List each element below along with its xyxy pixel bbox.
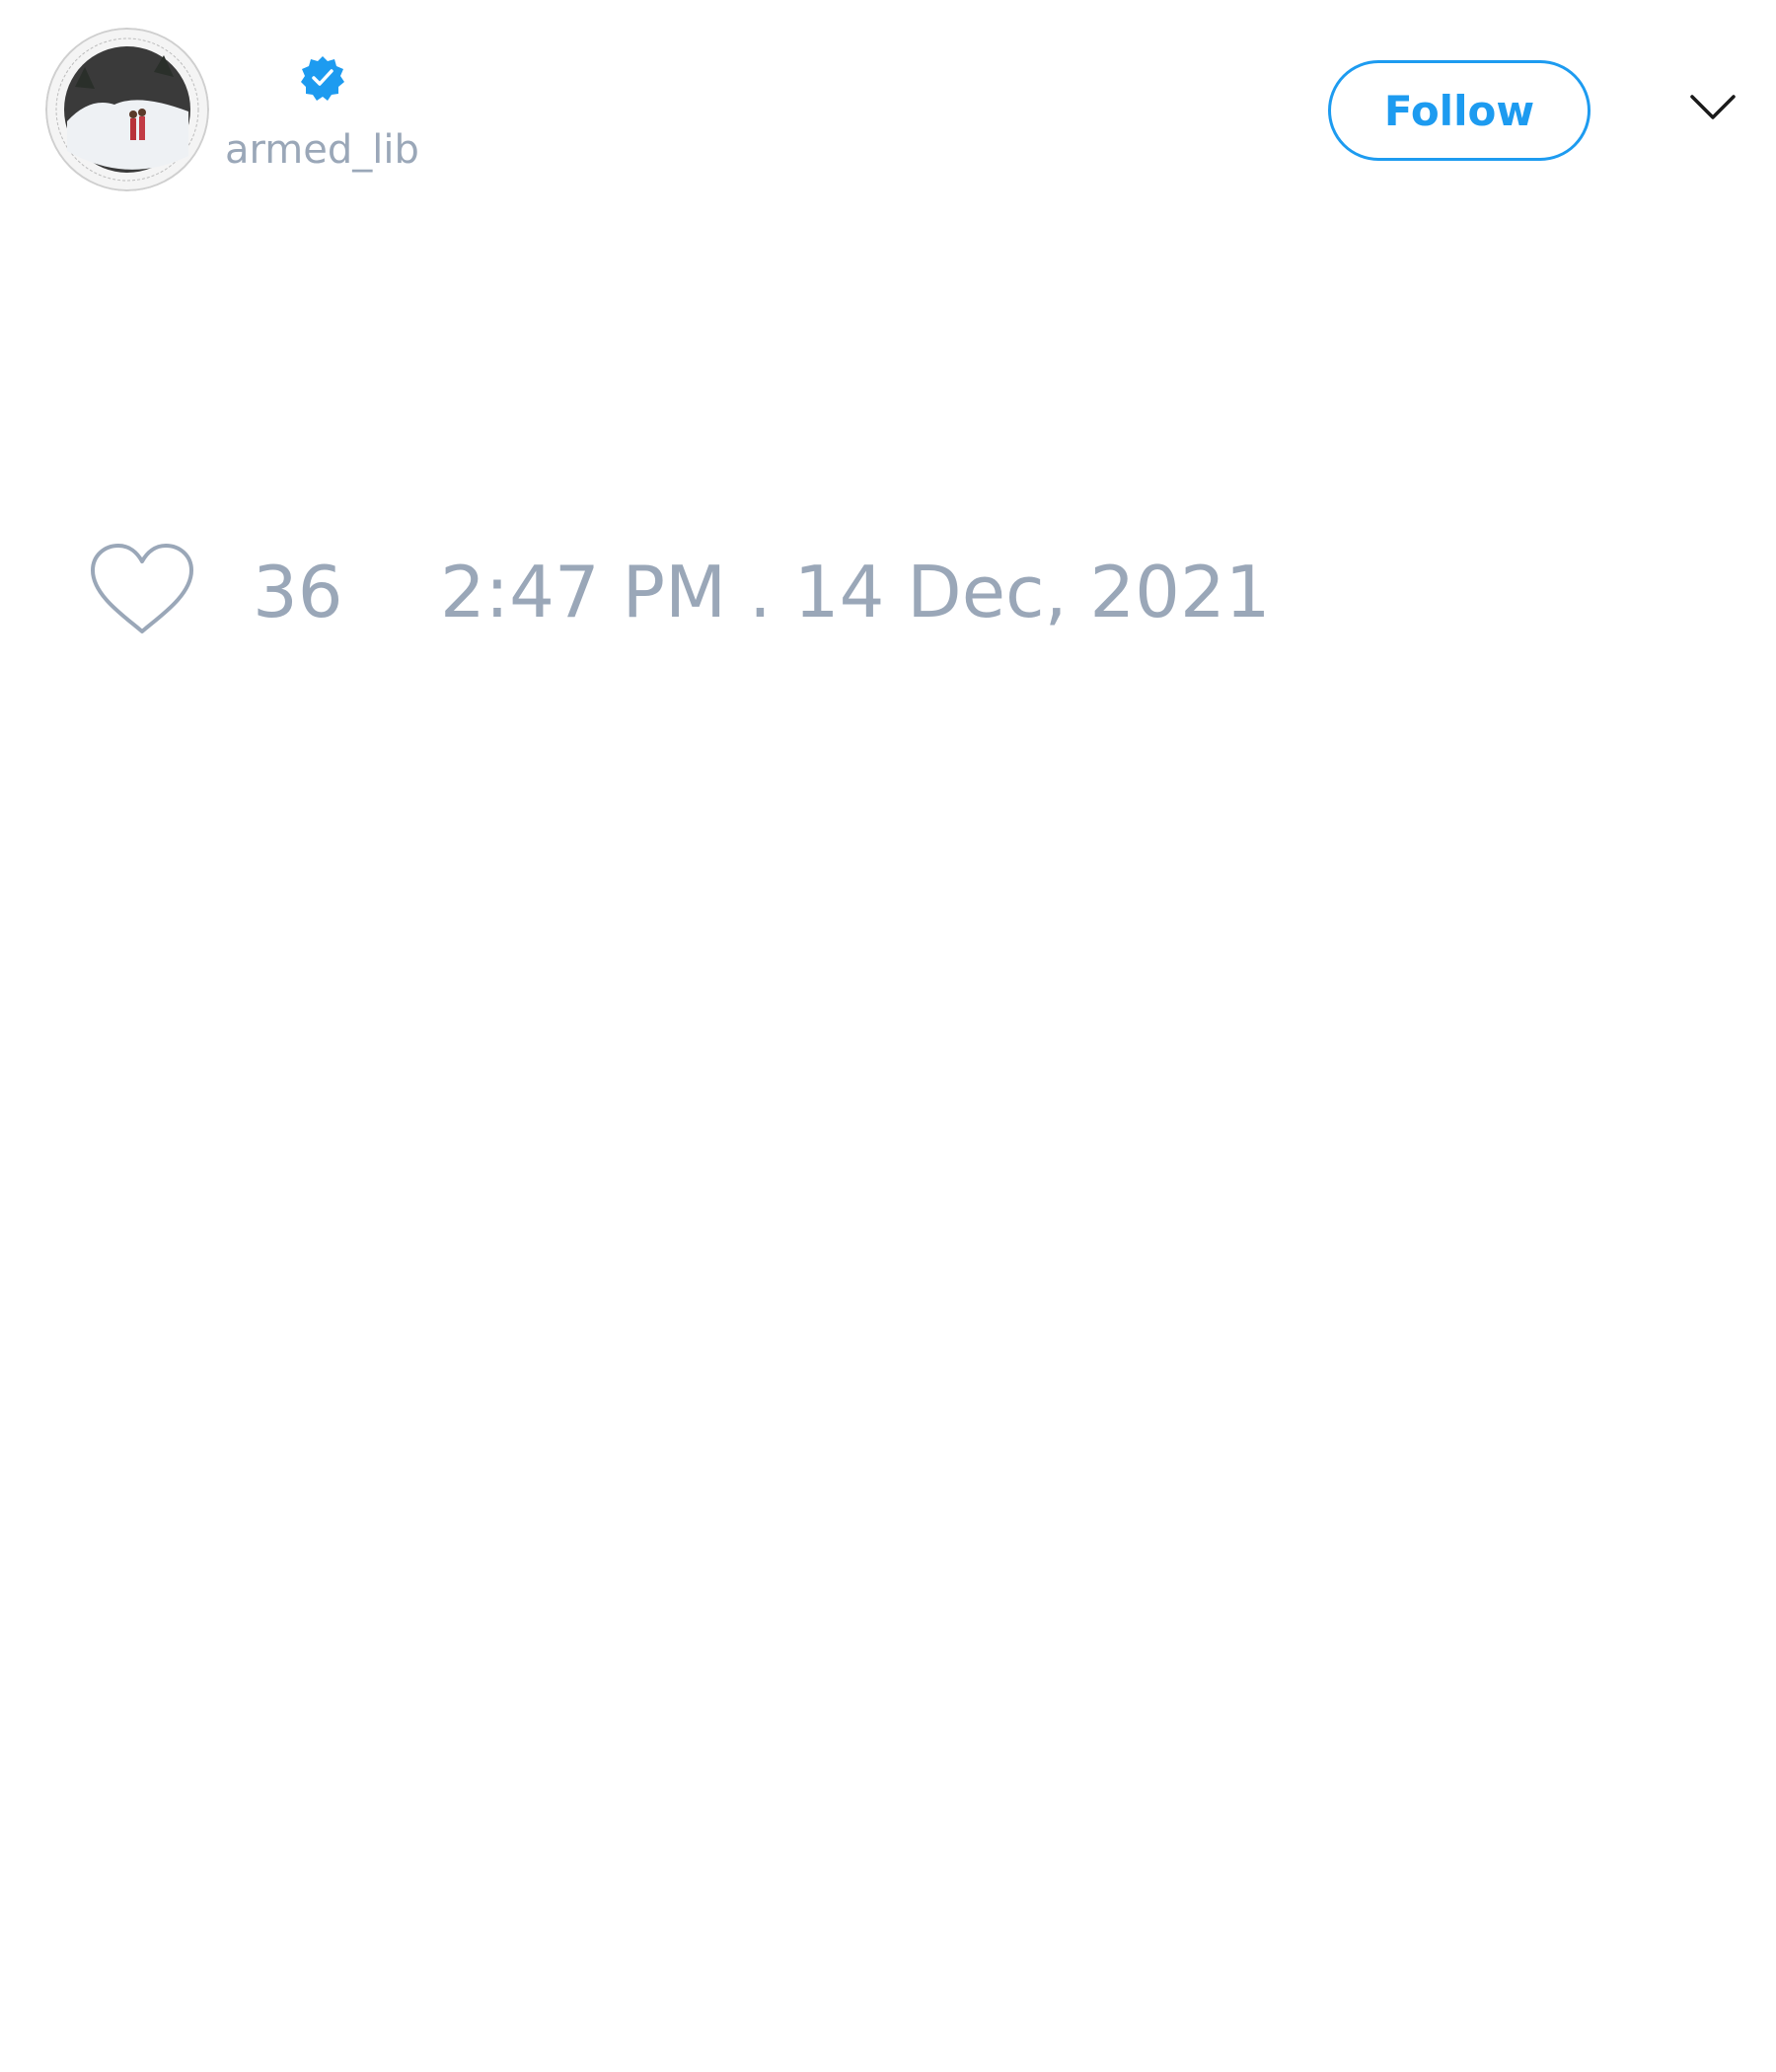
chevron-down-icon[interactable] bbox=[1689, 91, 1737, 124]
follow-button[interactable]: Follow bbox=[1328, 60, 1591, 161]
avatar-photo bbox=[45, 28, 209, 191]
like-count: 36 bbox=[253, 551, 343, 633]
tweet-card: armed_lib Follow 36 2:47 PM . 14 Dec, 20… bbox=[0, 0, 1776, 2072]
verified-badge-icon bbox=[300, 55, 345, 101]
author-avatar[interactable] bbox=[45, 28, 209, 191]
tweet-timestamp[interactable]: 2:47 PM . 14 Dec, 2021 bbox=[440, 551, 1271, 633]
heart-outline-icon[interactable] bbox=[89, 543, 195, 637]
author-handle[interactable]: armed_lib bbox=[225, 122, 419, 178]
